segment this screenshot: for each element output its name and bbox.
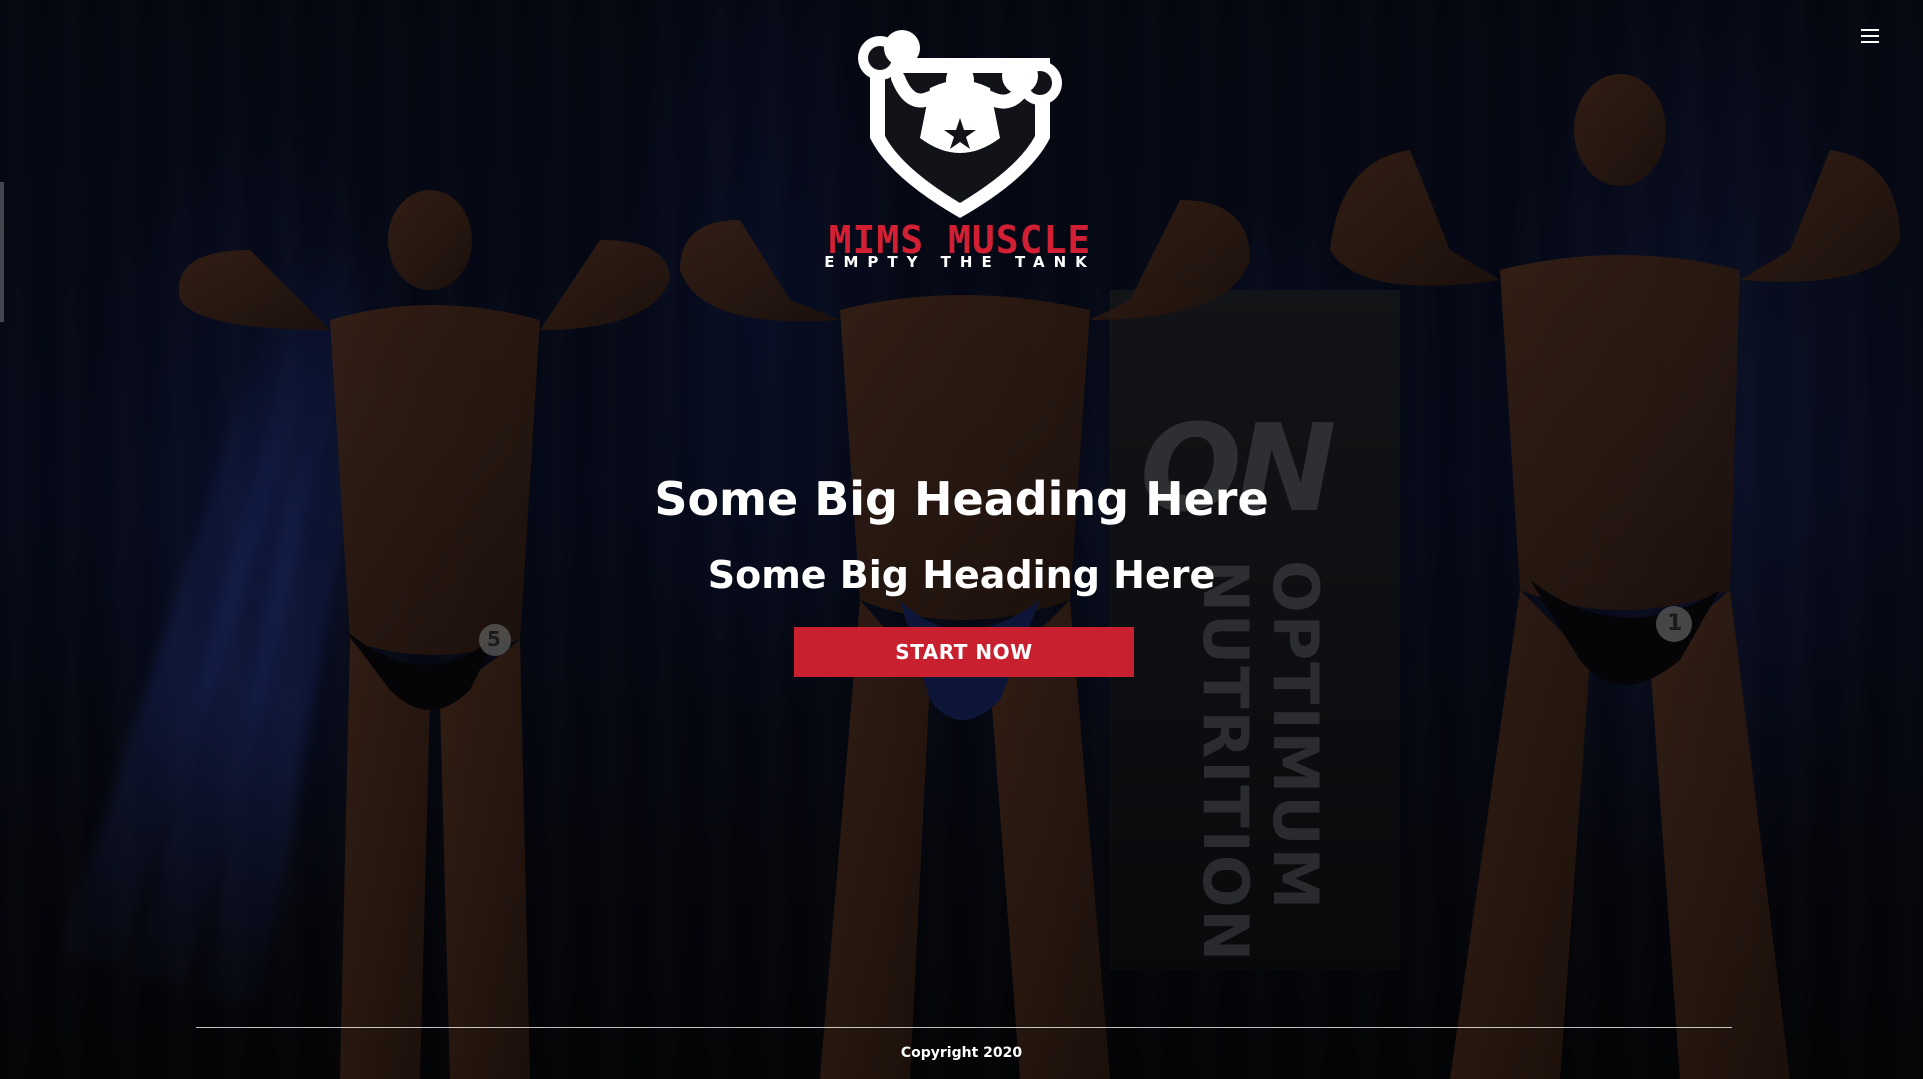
start-now-button[interactable]: START NOW xyxy=(794,627,1134,677)
hamburger-menu-icon-line xyxy=(1861,41,1879,43)
brand-tagline: EMPTY THE TANK xyxy=(824,253,1096,271)
landing-page: ON OPTIMUM NUTRITION xyxy=(0,0,1923,1079)
copyright-text: Copyright 2020 xyxy=(900,1045,1023,1061)
hero-heading-primary: Some Big Heading Here xyxy=(654,472,1269,526)
hero-heading-secondary: Some Big Heading Here xyxy=(707,553,1216,597)
hamburger-menu-icon xyxy=(1861,29,1879,31)
hamburger-menu-button[interactable] xyxy=(1853,22,1887,50)
footer-divider xyxy=(196,1027,1732,1028)
left-edge-tab xyxy=(0,182,4,322)
hamburger-menu-icon-line xyxy=(1861,35,1879,37)
